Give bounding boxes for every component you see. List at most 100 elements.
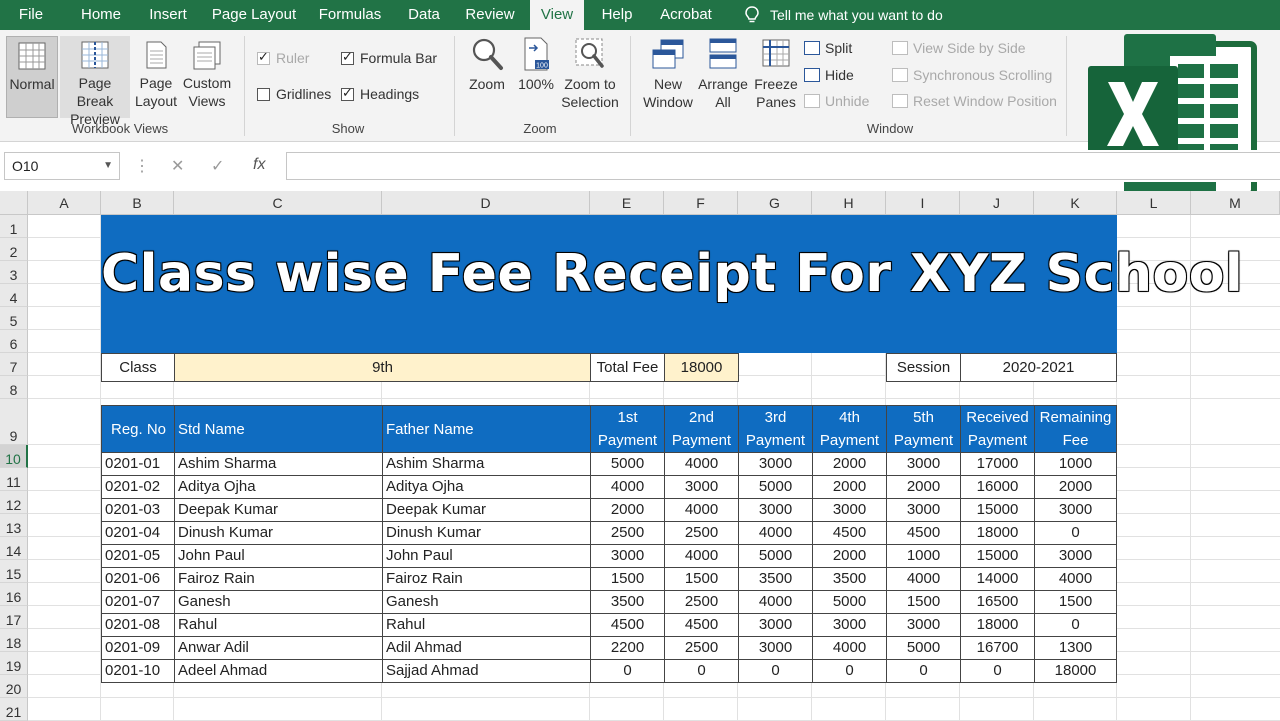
tab-help[interactable]: Help bbox=[594, 0, 640, 30]
arrange-all-button[interactable]: Arrange All bbox=[696, 36, 750, 118]
remaining-fee-cell[interactable]: 1500 bbox=[1034, 590, 1117, 614]
payment-3-cell[interactable]: 3000 bbox=[738, 498, 813, 522]
payment-5-cell[interactable]: 5000 bbox=[886, 636, 961, 660]
headings-checkbox[interactable]: Headings bbox=[341, 85, 419, 102]
view-side-by-side-button[interactable]: View Side by Side bbox=[892, 40, 1026, 56]
header-reg-no[interactable]: Reg. No bbox=[101, 405, 175, 453]
payment-3-cell[interactable]: 3000 bbox=[738, 452, 813, 476]
remaining-fee-cell[interactable]: 2000 bbox=[1034, 475, 1117, 499]
payment-5-cell[interactable]: 4000 bbox=[886, 567, 961, 591]
page-break-preview-button[interactable]: Page Break Preview bbox=[60, 36, 130, 127]
column-header[interactable]: J bbox=[960, 191, 1034, 215]
father-name-cell[interactable]: Ashim Sharma bbox=[382, 452, 591, 476]
row-header[interactable]: 4 bbox=[0, 284, 28, 307]
reg-no-cell[interactable]: 0201-05 bbox=[101, 544, 175, 568]
zoom-button[interactable]: Zoom bbox=[462, 36, 512, 118]
received-payment-cell[interactable]: 18000 bbox=[960, 521, 1035, 545]
std-name-cell[interactable]: Adeel Ahmad bbox=[174, 659, 383, 683]
row-header[interactable]: 14 bbox=[0, 537, 28, 560]
zoom-100-button[interactable]: 100 100% bbox=[514, 36, 558, 118]
formula-bar-checkbox[interactable]: Formula Bar bbox=[341, 49, 437, 66]
total-fee-value-cell[interactable]: 18000 bbox=[664, 353, 739, 382]
row-header[interactable]: 11 bbox=[0, 468, 28, 491]
remaining-fee-cell[interactable]: 4000 bbox=[1034, 567, 1117, 591]
payment-2-cell[interactable]: 4000 bbox=[664, 544, 739, 568]
payment-1-cell[interactable]: 1500 bbox=[590, 567, 665, 591]
column-header[interactable]: E bbox=[590, 191, 664, 215]
tell-me-search[interactable]: Tell me what you want to do bbox=[770, 0, 960, 30]
std-name-cell[interactable]: Ganesh bbox=[174, 590, 383, 614]
remaining-fee-cell[interactable]: 0 bbox=[1034, 521, 1117, 545]
row-header[interactable]: 21 bbox=[0, 698, 28, 721]
column-header[interactable]: G bbox=[738, 191, 812, 215]
tab-view[interactable]: View bbox=[530, 0, 584, 30]
payment-5-cell[interactable]: 1000 bbox=[886, 544, 961, 568]
row-header[interactable]: 16 bbox=[0, 583, 28, 606]
custom-views-button[interactable]: Custom Views bbox=[180, 36, 234, 118]
column-header[interactable]: C bbox=[174, 191, 382, 215]
received-payment-cell[interactable]: 16000 bbox=[960, 475, 1035, 499]
payment-3-cell[interactable]: 3000 bbox=[738, 613, 813, 637]
tab-acrobat[interactable]: Acrobat bbox=[650, 0, 722, 30]
std-name-cell[interactable]: Rahul bbox=[174, 613, 383, 637]
remaining-fee-cell[interactable]: 1000 bbox=[1034, 452, 1117, 476]
column-header[interactable]: D bbox=[382, 191, 590, 215]
reg-no-cell[interactable]: 0201-10 bbox=[101, 659, 175, 683]
row-header[interactable]: 6 bbox=[0, 330, 28, 353]
father-name-cell[interactable]: Deepak Kumar bbox=[382, 498, 591, 522]
received-payment-cell[interactable]: 16700 bbox=[960, 636, 1035, 660]
synchronous-scrolling-button[interactable]: Synchronous Scrolling bbox=[892, 67, 1052, 83]
std-name-cell[interactable]: Deepak Kumar bbox=[174, 498, 383, 522]
page-layout-view-button[interactable]: Page Layout bbox=[132, 36, 180, 118]
payment-2-cell[interactable]: 2500 bbox=[664, 636, 739, 660]
new-window-button[interactable]: New Window bbox=[640, 36, 696, 118]
hide-button[interactable]: Hide bbox=[804, 67, 854, 83]
row-header[interactable]: 7 bbox=[0, 353, 28, 376]
row-header[interactable]: 5 bbox=[0, 307, 28, 330]
class-label-cell[interactable]: Class bbox=[101, 353, 175, 382]
payment-4-cell[interactable]: 0 bbox=[812, 659, 887, 683]
payment-3-cell[interactable]: 5000 bbox=[738, 544, 813, 568]
received-payment-cell[interactable]: 18000 bbox=[960, 613, 1035, 637]
tab-home[interactable]: Home bbox=[70, 0, 132, 30]
received-payment-cell[interactable]: 17000 bbox=[960, 452, 1035, 476]
reg-no-cell[interactable]: 0201-01 bbox=[101, 452, 175, 476]
payment-4-cell[interactable]: 2000 bbox=[812, 452, 887, 476]
std-name-cell[interactable]: Fairoz Rain bbox=[174, 567, 383, 591]
father-name-cell[interactable]: John Paul bbox=[382, 544, 591, 568]
column-header[interactable]: I bbox=[886, 191, 960, 215]
normal-view-button[interactable]: Normal bbox=[6, 36, 58, 118]
row-header[interactable]: 15 bbox=[0, 560, 28, 583]
payment-5-cell[interactable]: 0 bbox=[886, 659, 961, 683]
row-header[interactable]: 8 bbox=[0, 376, 28, 399]
payment-2-cell[interactable]: 4500 bbox=[664, 613, 739, 637]
insert-function-icon[interactable]: fx bbox=[253, 156, 265, 174]
payment-3-cell[interactable]: 3000 bbox=[738, 636, 813, 660]
row-header[interactable]: 1 bbox=[0, 215, 28, 238]
payment-4-cell[interactable]: 3000 bbox=[812, 613, 887, 637]
header-father-name[interactable]: Father Name bbox=[382, 405, 591, 453]
payment-1-cell[interactable]: 2200 bbox=[590, 636, 665, 660]
std-name-cell[interactable]: Ashim Sharma bbox=[174, 452, 383, 476]
row-header[interactable]: 17 bbox=[0, 606, 28, 629]
cancel-formula-icon[interactable]: ✕ bbox=[171, 156, 184, 176]
payment-3-cell[interactable]: 5000 bbox=[738, 475, 813, 499]
payment-4-cell[interactable]: 2000 bbox=[812, 475, 887, 499]
payment-2-cell[interactable]: 2500 bbox=[664, 521, 739, 545]
father-name-cell[interactable]: Rahul bbox=[382, 613, 591, 637]
row-header[interactable]: 20 bbox=[0, 675, 28, 698]
payment-5-cell[interactable]: 4500 bbox=[886, 521, 961, 545]
received-payment-cell[interactable]: 0 bbox=[960, 659, 1035, 683]
reset-window-position-button[interactable]: Reset Window Position bbox=[892, 93, 1057, 109]
reg-no-cell[interactable]: 0201-08 bbox=[101, 613, 175, 637]
row-header[interactable]: 18 bbox=[0, 629, 28, 652]
column-header[interactable]: L bbox=[1117, 191, 1191, 215]
tab-insert[interactable]: Insert bbox=[140, 0, 196, 30]
tab-page-layout[interactable]: Page Layout bbox=[206, 0, 302, 30]
row-header[interactable]: 3 bbox=[0, 261, 28, 284]
payment-2-cell[interactable]: 1500 bbox=[664, 567, 739, 591]
column-header[interactable]: A bbox=[28, 191, 101, 215]
gridlines-checkbox[interactable]: Gridlines bbox=[257, 86, 331, 102]
name-box[interactable]: O10 ▼ bbox=[4, 152, 120, 180]
remaining-fee-cell[interactable]: 3000 bbox=[1034, 544, 1117, 568]
